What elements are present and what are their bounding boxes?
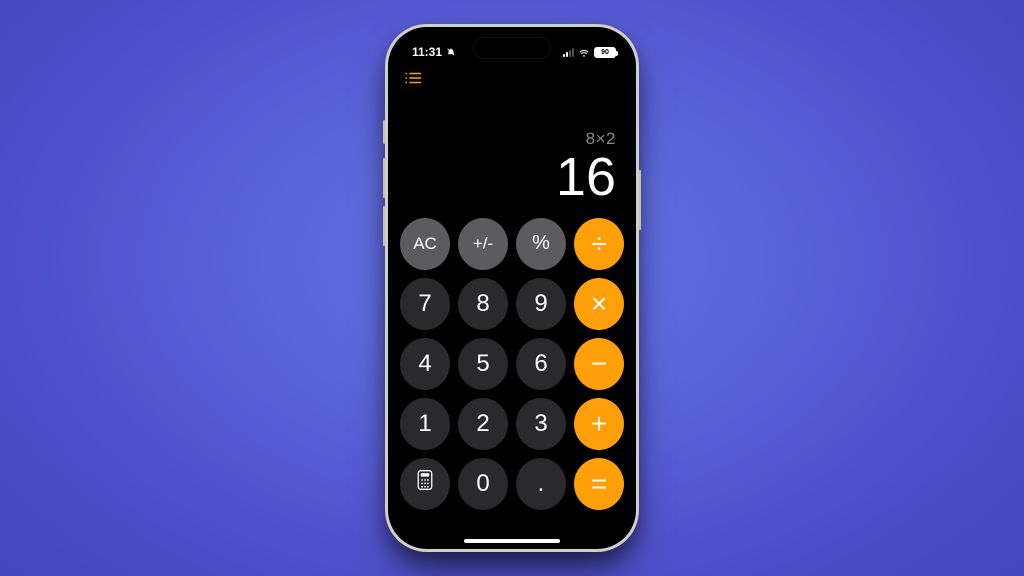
seven-button[interactable]: 7	[400, 278, 450, 330]
minus-button[interactable]: −	[574, 338, 624, 390]
keypad: AC +/- % ÷ 7 8 9 × 4 5 6 − 1 2 3 +	[388, 212, 636, 549]
side-button	[383, 120, 385, 144]
status-time: 11:31	[412, 45, 442, 59]
calculator-icon	[416, 469, 434, 498]
history-button[interactable]	[402, 71, 424, 89]
equals-button[interactable]: =	[574, 458, 624, 510]
silent-icon	[446, 47, 456, 57]
iphone-frame: 11:31 90	[385, 24, 639, 552]
wifi-icon	[578, 47, 590, 57]
battery-percent: 90	[601, 49, 609, 56]
six-button[interactable]: 6	[516, 338, 566, 390]
percent-button[interactable]: %	[516, 218, 566, 270]
five-button[interactable]: 5	[458, 338, 508, 390]
four-button[interactable]: 4	[400, 338, 450, 390]
top-bar	[388, 67, 636, 89]
status-right: 90	[563, 47, 616, 58]
volume-down-button	[383, 206, 385, 246]
zero-button[interactable]: 0	[458, 458, 508, 510]
ac-button[interactable]: AC	[400, 218, 450, 270]
nine-button[interactable]: 9	[516, 278, 566, 330]
three-button[interactable]: 3	[516, 398, 566, 450]
screen: 11:31 90	[388, 27, 636, 549]
one-button[interactable]: 1	[400, 398, 450, 450]
plus-button[interactable]: +	[574, 398, 624, 450]
list-icon	[404, 71, 422, 90]
battery-icon: 90	[594, 47, 616, 58]
sign-button[interactable]: +/-	[458, 218, 508, 270]
status-left: 11:31	[412, 45, 456, 59]
power-button	[639, 170, 641, 230]
calculator-display: 8×2 16	[388, 89, 636, 212]
two-button[interactable]: 2	[458, 398, 508, 450]
result-text: 16	[408, 149, 616, 206]
eight-button[interactable]: 8	[458, 278, 508, 330]
multiply-button[interactable]: ×	[574, 278, 624, 330]
calculator-mode-button[interactable]	[400, 458, 450, 510]
volume-up-button	[383, 158, 385, 198]
decimal-button[interactable]: .	[516, 458, 566, 510]
home-indicator[interactable]	[464, 539, 560, 543]
cellular-icon	[563, 48, 574, 57]
expression-text: 8×2	[408, 129, 616, 149]
divide-button[interactable]: ÷	[574, 218, 624, 270]
dynamic-island	[473, 37, 551, 59]
